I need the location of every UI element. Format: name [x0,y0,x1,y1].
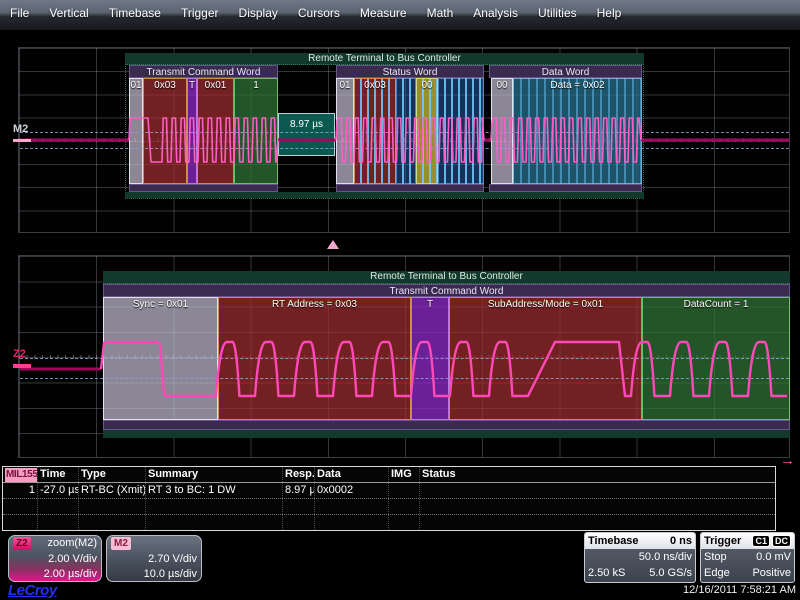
m2-badge: M2 [111,537,131,550]
menu-vertical[interactable]: Vertical [49,6,99,20]
trigger-coupling-badge: DC [772,535,791,547]
cell-status [420,483,775,498]
m2-vdiv: 2.70 V/div [111,552,197,567]
datetime-display: 12/16/2011 7:58:21 AM [683,584,796,596]
trigger-level: 0.0 mV [756,549,791,565]
menu-file[interactable]: File [10,6,40,20]
status-flags-segment: 00 [416,78,438,184]
col-data[interactable]: Data [315,467,389,482]
m2-channel-label: M2 [13,123,28,135]
cell-resp: 8.97 µs [283,483,315,498]
col-time[interactable]: Time [38,467,79,482]
top-graticule: Remote Terminal to Bus Controller Transm… [18,47,790,233]
menu-help[interactable]: Help [597,6,633,20]
response-time-box: 8.97 µs [278,113,335,156]
status-bits-segment [396,78,416,184]
decode-threshold-upper [20,132,789,133]
decode-strip-bottom [103,430,790,438]
timebase-offset: 0 ns [670,535,692,547]
menu-display[interactable]: Display [239,6,289,20]
protocol-badge[interactable]: MIL1553 [5,468,38,482]
decode-threshold-lower [20,148,789,149]
trigger-panel[interactable]: Trigger C1 DC Stop 0.0 mV Edge Positive [700,532,795,583]
command-datacount-segment: 1 [234,78,278,184]
status-sync-segment: 01 [336,78,354,184]
z2-source-label: zoom(M2) [47,537,97,549]
decode-result-table: MIL1553 Time Type Summary Resp... Data I… [2,466,776,531]
decode-subbanner-bottom: Transmit Command Word [103,284,790,297]
table-row[interactable]: 1 -27.0 µs RT-BC (Xmit) RT 3 to BC: 1 DW… [3,483,775,499]
z2-tdiv: 2.00 µs/div [13,567,97,582]
timebase-rate: 5.0 GS/s [649,565,692,581]
cell-img [389,483,420,498]
cell-type: RT-BC (Xmit) [79,483,146,498]
lecroy-logo[interactable]: LeCroy [8,582,57,599]
decode-banner-bottom: Remote Terminal to Bus Controller [103,271,790,284]
z2-descriptor-panel[interactable]: Z2 zoom(M2) 2.00 V/div 2.00 µs/div [8,535,102,582]
trigger-time-marker[interactable] [327,240,339,249]
table-row-empty[interactable] [3,499,775,515]
status-word-footer [336,184,484,192]
col-resp[interactable]: Resp... [283,467,315,482]
z2-vdiv: 2.00 V/div [13,552,97,567]
oscilloscope-screen: File Vertical Timebase Trigger Display C… [0,0,800,600]
col-status[interactable]: Status [420,467,775,482]
command-tr-segment: T [187,78,197,184]
z2-position-indicator[interactable] [13,364,31,368]
col-summary[interactable]: Summary [146,467,283,482]
decode-threshold-upper [20,358,789,359]
cell-summary: RT 3 to BC: 1 DW [146,483,283,498]
command-rtaddress-segment: 0x03 [143,78,187,184]
menu-cursors[interactable]: Cursors [298,6,351,20]
status-rtaddress-segment: 0x03 [354,78,396,184]
status-word-band: Status Word [336,65,484,78]
menu-math[interactable]: Math [427,6,465,20]
trigger-slope: Positive [752,565,791,581]
timebase-panel[interactable]: Timebase 0 ns 50.0 ns/div 2.50 kS 5.0 GS… [584,532,696,583]
data-word-band: Data Word [489,65,642,78]
trigger-mode: Stop [704,549,727,565]
trigger-label: Trigger [704,535,741,547]
m2-tdiv: 10.0 µs/div [111,567,197,582]
command-subaddress-segment: 0x01 [197,78,234,184]
decode-footer-band-bottom [103,420,790,430]
data-word-footer [489,184,642,192]
decode-threshold-lower [20,378,789,379]
timebase-tdiv: 50.0 ns/div [639,549,692,565]
status-bits-segment-2 [438,78,484,184]
data-value-segment: Data = 0x02 [513,78,642,184]
trigger-type: Edge [704,565,730,581]
cell-index: 1 [3,483,38,498]
command-sync-segment: 01 [129,78,143,184]
bottom-graticule: Remote Terminal to Bus Controller Transm… [18,255,790,458]
decode-strip-top [125,192,644,198]
menu-measure[interactable]: Measure [360,6,418,20]
z2-badge: Z2 [13,537,31,550]
menu-utilities[interactable]: Utilities [538,6,588,20]
menu-analysis[interactable]: Analysis [473,6,529,20]
z2-channel-label: Z2 [13,348,26,360]
table-header-row: MIL1553 Time Type Summary Resp... Data I… [3,467,775,483]
cell-data: 0x0002 [315,483,389,498]
menu-bar: File Vertical Timebase Trigger Display C… [0,0,800,30]
cell-time: -27.0 µs [38,483,79,498]
col-type[interactable]: Type [79,467,146,482]
data-sync-segment: 00 [491,78,513,184]
menu-timebase[interactable]: Timebase [109,6,172,20]
table-row-empty[interactable] [3,515,775,530]
trigger-source-badge: C1 [752,535,770,547]
timebase-label: Timebase [588,535,639,547]
decode-banner-top: Remote Terminal to Bus Controller [125,53,644,65]
menu-trigger[interactable]: Trigger [181,6,230,20]
command-word-band: Transmit Command Word [129,65,278,78]
command-word-footer [129,184,278,192]
m2-position-indicator[interactable] [13,139,31,142]
pan-right-arrow-icon[interactable]: → [780,452,795,469]
m2-descriptor-panel[interactable]: M2 2.70 V/div 10.0 µs/div [106,535,202,582]
timebase-samples: 2.50 kS [588,565,625,581]
col-img[interactable]: IMG [389,467,420,482]
